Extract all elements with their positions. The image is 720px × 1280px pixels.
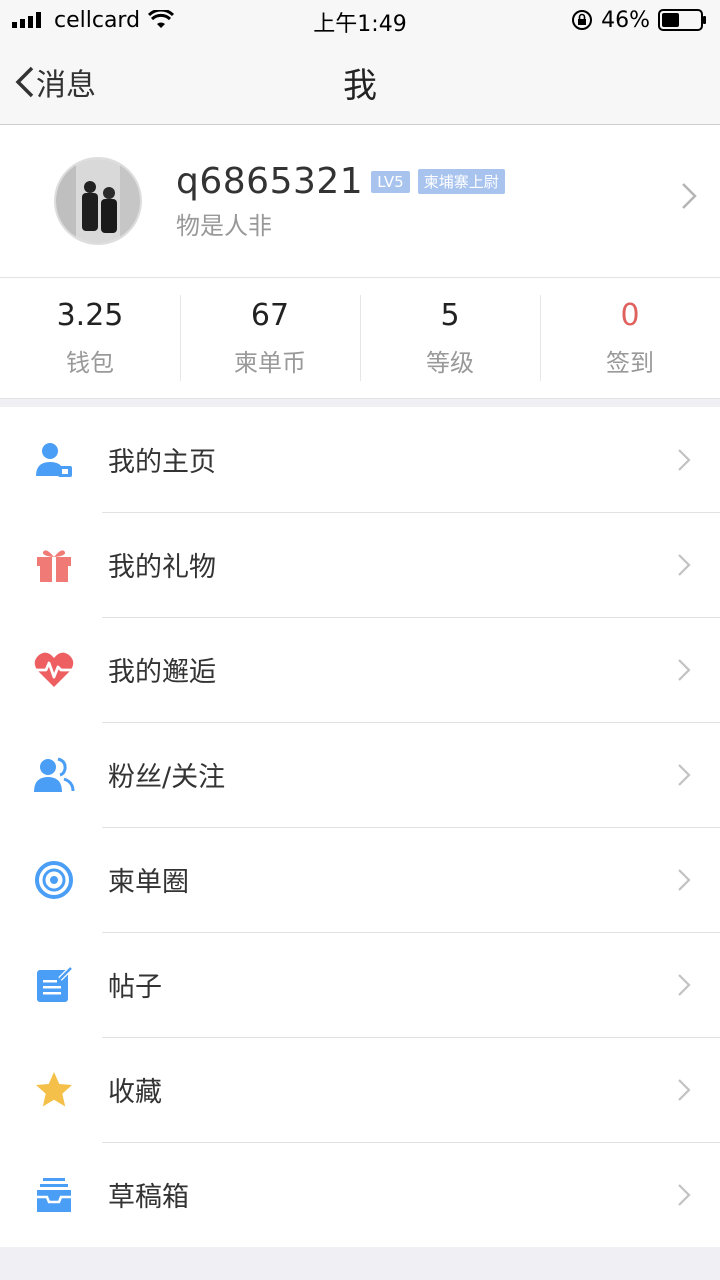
username: q6865321 [176, 161, 364, 202]
status-bar: cellcard 上午1:49 46% [0, 0, 720, 40]
gift-icon [32, 543, 76, 587]
menu-label: 帖子 [108, 972, 162, 1003]
back-button[interactable]: 消息 [14, 60, 96, 104]
chevron-right-icon [678, 1079, 691, 1101]
post-edit-icon [32, 963, 76, 1007]
menu-label: 收藏 [108, 1077, 162, 1108]
chevron-right-icon [682, 183, 697, 209]
circle-target-icon [32, 858, 76, 902]
menu-item-homepage[interactable]: 我的主页 [0, 407, 720, 512]
menu-label: 我的邂逅 [108, 657, 216, 688]
stat-label: 柬单币 [234, 349, 306, 377]
menu-item-posts[interactable]: 帖子 [0, 932, 720, 1037]
stat-value: 3.25 [56, 298, 124, 333]
rank-badge: 柬埔寨上尉 [417, 169, 505, 194]
star-icon [32, 1068, 76, 1112]
stat-value: 0 [620, 298, 640, 333]
stat-label: 钱包 [66, 349, 114, 377]
menu-label: 柬单圈 [108, 867, 189, 898]
menu-item-gifts[interactable]: 我的礼物 [0, 512, 720, 617]
level-badge: LV5 [371, 170, 410, 193]
stat-value: 5 [440, 298, 460, 333]
carrier-name: cellcard [54, 7, 141, 33]
back-label: 消息 [36, 68, 96, 103]
avatar[interactable] [54, 157, 142, 245]
stat-label: 签到 [606, 349, 654, 377]
profile-signature: 物是人非 [176, 212, 272, 240]
menu-label: 粉丝/关注 [108, 762, 226, 793]
menu-item-encounters[interactable]: 我的邂逅 [0, 617, 720, 722]
stat-level[interactable]: 5 等级 [360, 295, 540, 381]
chevron-right-icon [678, 659, 691, 681]
stat-coins[interactable]: 67 柬单币 [180, 295, 360, 381]
bottom-divider [0, 1247, 720, 1262]
chevron-right-icon [678, 554, 691, 576]
stats-bar: 3.25 钱包 67 柬单币 5 等级 0 签到 [0, 278, 720, 399]
menu-list: 我的主页 我的礼物 我的邂逅 粉丝/关注 柬单圈 帖子 收藏 草稿箱 [0, 407, 720, 1247]
profile-card[interactable]: q6865321 LV5 柬埔寨上尉 物是人非 [0, 125, 720, 278]
rotation-lock-icon [572, 10, 593, 30]
chevron-right-icon [678, 974, 691, 996]
menu-item-favorites[interactable]: 收藏 [0, 1037, 720, 1142]
avatar-photo [56, 159, 140, 243]
chevron-left-icon [15, 66, 34, 98]
menu-item-drafts[interactable]: 草稿箱 [0, 1142, 720, 1247]
menu-label: 草稿箱 [108, 1182, 189, 1213]
chevron-right-icon [678, 869, 691, 891]
stat-value: 67 [250, 298, 290, 333]
chevron-right-icon [678, 449, 691, 471]
menu-item-followers[interactable]: 粉丝/关注 [0, 722, 720, 827]
menu-label: 我的主页 [108, 447, 216, 478]
stat-label: 等级 [426, 349, 474, 377]
menu-label: 我的礼物 [108, 552, 216, 583]
heartbeat-icon [32, 648, 76, 692]
nav-bar: 消息 我 [0, 40, 720, 125]
user-home-icon [32, 438, 76, 482]
section-divider [0, 399, 720, 407]
battery-icon [658, 9, 706, 31]
followers-icon [32, 753, 76, 797]
stat-wallet[interactable]: 3.25 钱包 [0, 295, 180, 381]
signal-icon [12, 12, 41, 28]
chevron-right-icon [678, 764, 691, 786]
chevron-right-icon [678, 1184, 691, 1206]
battery-percent: 46% [601, 7, 650, 33]
wifi-icon [148, 10, 175, 28]
page-title: 我 [343, 65, 377, 106]
menu-item-circle[interactable]: 柬单圈 [0, 827, 720, 932]
drafts-tray-icon [32, 1173, 76, 1217]
stat-checkin[interactable]: 0 签到 [540, 295, 720, 381]
